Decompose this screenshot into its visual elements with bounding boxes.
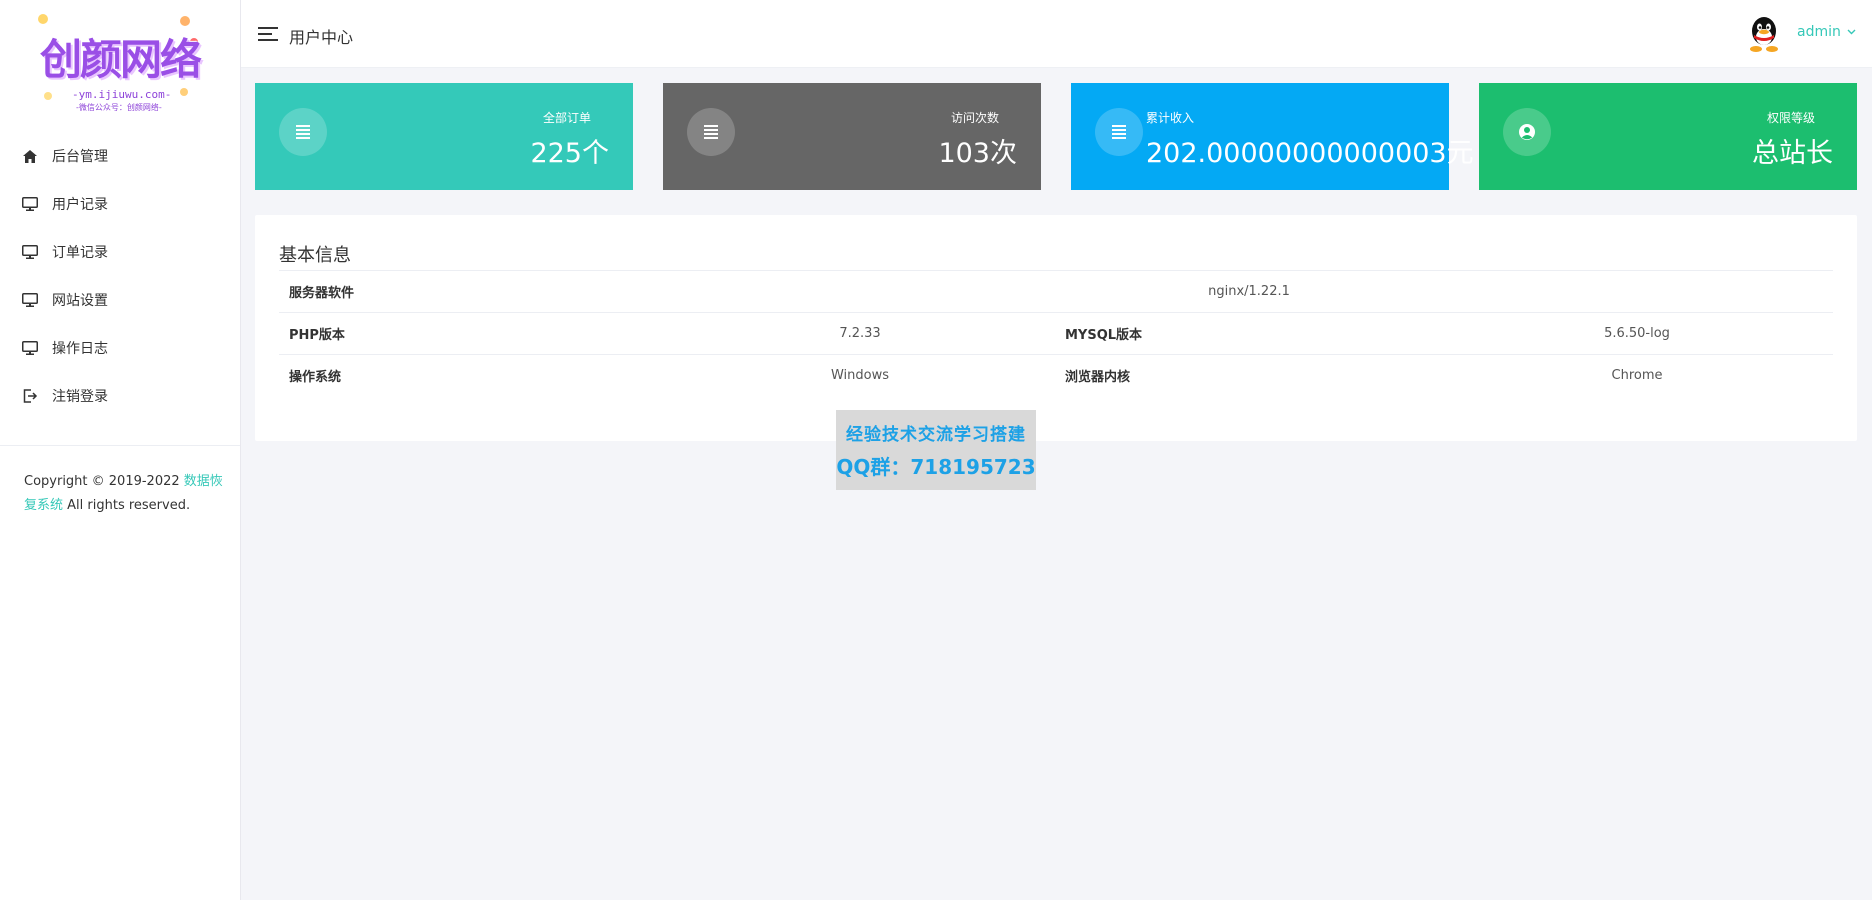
watermark-line2: QQ群：718195723 [836,455,1036,479]
user-menu[interactable]: admin [1797,24,1856,40]
sidebar-item-users[interactable]: 用户记录 [0,180,240,228]
info-table: 服务器软件 nginx/1.22.1 PHP版本 7.2.33 MYSQL版本 … [279,270,1833,397]
monitor-icon [22,196,38,212]
mysql-version-value: 5.6.50-log [1604,326,1670,341]
sidebar-divider [0,445,240,446]
logo-decoration [180,88,188,96]
sidebar-item-orders[interactable]: 订单记录 [0,228,240,276]
sidebar: 创颜网络 -ym.ijiuwu.com- -微信公众号：创颜网络- 后台管理 用… [0,0,241,900]
browser-kernel-value: Chrome [1611,368,1663,384]
logout-icon [22,388,38,404]
basic-info-panel: 基本信息 服务器软件 nginx/1.22.1 PHP版本 7.2.33 MYS… [255,215,1857,441]
logo-title: 创颜网络 [40,35,202,84]
server-software-label: 服务器软件 [289,286,355,301]
sidebar-item-label: 订单记录 [52,245,108,261]
user-name: admin [1797,24,1841,40]
sidebar-item-logs[interactable]: 操作日志 [0,324,240,372]
table-row: PHP版本 7.2.33 MYSQL版本 5.6.50-log [279,312,1833,355]
stat-card-visits: 访问次数 103次 [663,83,1041,190]
stat-label: 累计收入 [1146,111,1195,125]
mysql-version-label: MYSQL版本 [1065,328,1143,343]
table-row: 操作系统 Windows 浏览器内核 Chrome [279,354,1833,397]
sidebar-item-settings[interactable]: 网站设置 [0,276,240,324]
table-row: 服务器软件 nginx/1.22.1 [279,270,1833,313]
stat-card-orders: 全部订单 225个 [255,83,633,190]
sidebar-item-admin[interactable]: 后台管理 [0,132,240,180]
logo-decoration [44,92,52,100]
php-version-value: 7.2.33 [839,326,881,341]
os-label: 操作系统 [289,370,342,386]
stat-card-level: 权限等级 总站长 [1479,83,1857,190]
php-version-label: PHP版本 [289,328,345,343]
user-circle-icon [1503,108,1551,156]
browser-kernel-label: 浏览器内核 [1065,370,1131,386]
list-icon [1095,108,1143,156]
stat-value: 202.00000000000003元 [1146,138,1474,169]
logo[interactable]: 创颜网络 -ym.ijiuwu.com- -微信公众号：创颜网络- [30,12,205,116]
monitor-icon [22,340,38,356]
logo-site: -ym.ijiuwu.com- [72,88,172,101]
logo-decoration [38,14,48,24]
stat-value: 103次 [938,138,1017,169]
stat-label: 全部订单 [542,111,591,125]
list-icon [687,108,735,156]
watermark-line1: 经验技术交流学习搭建 [846,425,1026,445]
stat-card-income: 累计收入 202.00000000000003元 [1071,83,1474,190]
stat-value: 225个 [530,138,609,169]
server-software-value: nginx/1.22.1 [665,271,1833,313]
top-header: 用户中心 admin [241,0,1872,68]
copyright-suffix: All rights reserved. [63,498,191,513]
server-software-value-text: nginx/1.22.1 [1208,284,1290,299]
monitor-icon [22,244,38,260]
menu-toggle-icon[interactable] [258,26,278,42]
stat-label: 权限等级 [1766,111,1815,125]
sidebar-nav: 后台管理 用户记录 订单记录 网站设置 操作日志 注销登录 [0,132,240,420]
sidebar-item-logout[interactable]: 注销登录 [0,372,240,420]
stat-value: 总站长 [1752,138,1833,169]
list-icon [279,108,327,156]
panel-title: 基本信息 [279,245,351,266]
home-icon [22,148,38,164]
chevron-down-icon [1847,27,1856,38]
avatar[interactable] [1746,15,1782,53]
sidebar-item-label: 操作日志 [52,341,108,357]
monitor-icon [22,292,38,308]
copyright-prefix: Copyright © 2019-2022 [24,474,184,489]
logo-decoration [180,16,190,26]
sidebar-item-label: 网站设置 [52,293,108,309]
sidebar-item-label: 后台管理 [52,149,108,165]
os-value: Windows [830,368,890,384]
copyright: Copyright © 2019-2022 数据恢复系统 All rights … [24,470,224,518]
stat-label: 访问次数 [950,111,999,125]
logo-wechat: -微信公众号：创颜网络- [76,103,162,112]
sidebar-item-label: 用户记录 [52,197,108,213]
page-title: 用户中心 [289,28,354,47]
sidebar-item-label: 注销登录 [52,389,108,405]
watermark: 经验技术交流学习搭建 QQ群：718195723 [836,410,1036,490]
